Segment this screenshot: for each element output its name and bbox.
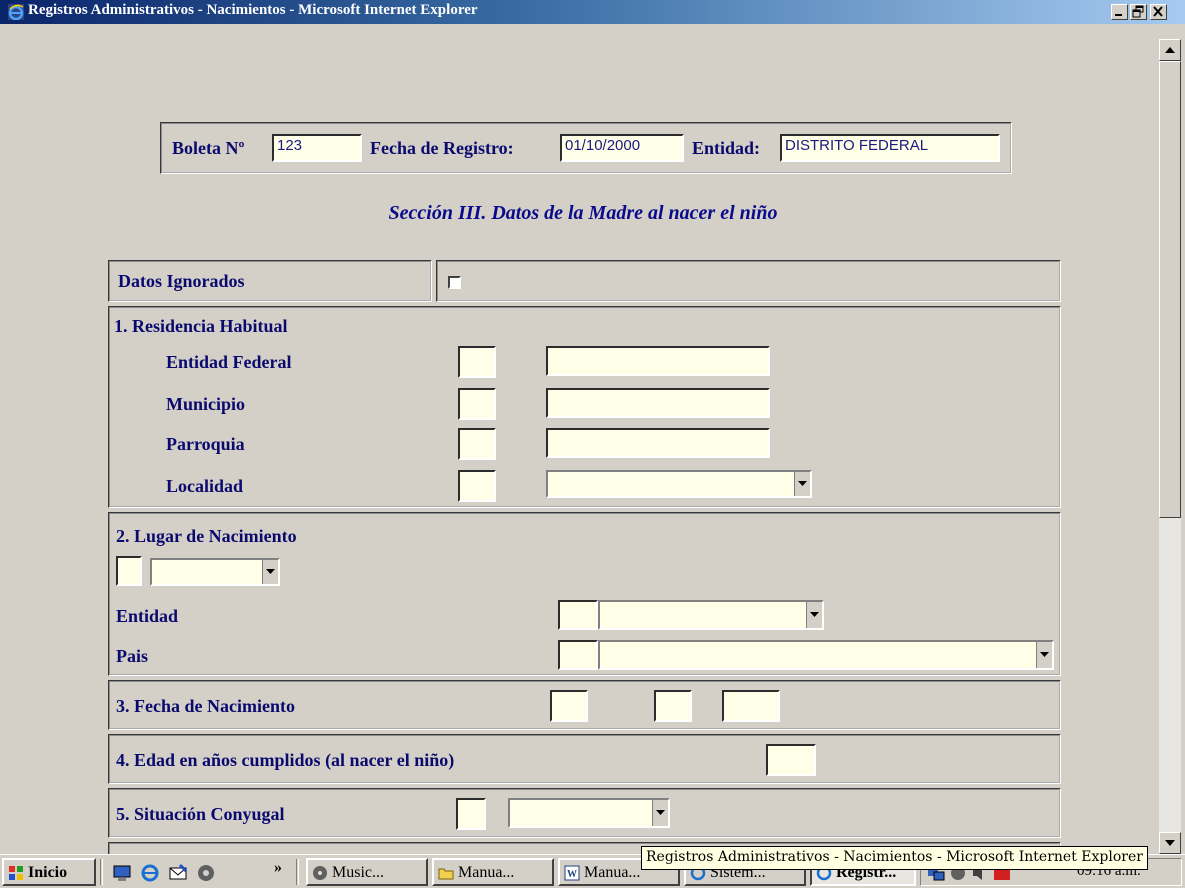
internet-explorer-icon[interactable] — [140, 863, 160, 883]
pais-select[interactable] — [598, 640, 1054, 670]
parroquia-label: Parroquia — [166, 434, 245, 454]
close-icon — [1153, 6, 1163, 17]
restore-icon — [1132, 5, 1144, 18]
parroquia-code-input[interactable] — [458, 428, 496, 460]
entidad-federal-name-input[interactable] — [546, 346, 770, 376]
fecha-nacimiento-month-input[interactable] — [654, 690, 692, 722]
tooltip: Registros Administrativos - Nacimientos … — [641, 846, 1148, 870]
residencia-title: 1. Residencia Habitual — [114, 316, 288, 336]
taskbar-button-manuales-folder[interactable]: Manua... — [432, 858, 554, 886]
chevron-down-icon — [806, 602, 822, 628]
lugar-nacimiento-select[interactable] — [150, 558, 280, 586]
entidad-input[interactable]: DISTRITO FEDERAL — [780, 134, 1000, 162]
lugar-nacimiento-group: 2. Lugar de Nacimiento Entidad Pais — [108, 512, 1061, 676]
page-content: Boleta Nº 123 Fecha de Registro: 01/10/2… — [8, 30, 1158, 854]
media-player-icon[interactable] — [196, 863, 216, 883]
entidad-federal-code-input[interactable] — [458, 346, 496, 378]
svg-text:W: W — [567, 869, 577, 880]
show-desktop-icon[interactable] — [112, 863, 132, 883]
outlook-express-icon[interactable] — [168, 863, 188, 883]
datos-ignorados-label: Datos Ignorados — [118, 271, 245, 291]
arrow-up-icon — [1165, 47, 1175, 53]
datos-ignorados-checkbox[interactable] — [448, 276, 461, 289]
window-title: Registros Administrativos - Nacimientos … — [28, 2, 478, 18]
folder-icon — [438, 868, 454, 880]
entidad-federal-label: Entidad Federal — [166, 352, 292, 372]
localidad-select[interactable] — [546, 470, 812, 498]
lugar-nacimiento-title: 2. Lugar de Nacimiento — [116, 526, 297, 546]
windows-logo-icon — [9, 866, 23, 880]
taskbar-button-label: Music... — [332, 864, 384, 881]
header-box: Boleta Nº 123 Fecha de Registro: 01/10/2… — [160, 122, 1012, 174]
window-title-bar[interactable]: Registros Administrativos - Nacimientos … — [0, 0, 1185, 24]
taskbar-button-label: Manua... — [584, 864, 641, 881]
situacion-conyugal-code-input[interactable] — [456, 798, 486, 830]
parroquia-name-input[interactable] — [546, 428, 770, 458]
internet-explorer-icon — [8, 4, 24, 20]
quicklaunch-chevron[interactable]: » — [274, 859, 282, 877]
media-player-icon — [313, 866, 327, 880]
start-label: Inicio — [28, 864, 68, 881]
scroll-down-button[interactable] — [1159, 832, 1181, 854]
taskbar-button-label: Manua... — [458, 864, 515, 881]
lugar-entidad-label: Entidad — [116, 606, 179, 626]
chevron-down-icon — [652, 800, 668, 826]
close-button[interactable] — [1150, 4, 1167, 20]
fecha-nacimiento-title: 3. Fecha de Nacimiento — [116, 696, 295, 716]
pais-code-input[interactable] — [558, 640, 598, 670]
vertical-scrollbar[interactable] — [1159, 39, 1181, 854]
fecha-nacimiento-year-input[interactable] — [722, 690, 780, 722]
minimize-button[interactable] — [1111, 4, 1128, 20]
edad-group: 4. Edad en años cumplidos (al nacer el n… — [108, 734, 1061, 784]
datos-ignorados-label-cell: Datos Ignorados — [108, 260, 432, 302]
scrollbar-thumb[interactable] — [1159, 61, 1181, 518]
edad-title: 4. Edad en años cumplidos (al nacer el n… — [116, 750, 455, 770]
fecha-registro-input[interactable]: 01/10/2000 — [560, 134, 684, 162]
municipio-code-input[interactable] — [458, 388, 496, 420]
section-title: Sección III. Datos de la Madre al nacer … — [388, 202, 778, 224]
fecha-registro-label: Fecha de Registro: — [370, 138, 514, 158]
taskbar-separator — [296, 859, 299, 885]
lugar-nacimiento-code-input[interactable] — [116, 556, 142, 586]
pais-label: Pais — [116, 646, 149, 666]
situacion-conyugal-title: 5. Situación Conyugal — [116, 804, 285, 824]
situacion-conyugal-group: 5. Situación Conyugal — [108, 788, 1061, 838]
municipio-name-input[interactable] — [546, 388, 770, 418]
taskbar-button-music[interactable]: Music... — [306, 858, 428, 886]
word-document-icon: W — [564, 865, 580, 881]
boleta-label: Boleta Nº — [172, 138, 245, 158]
datos-ignorados-check-cell — [436, 260, 1061, 302]
minimize-icon — [1115, 14, 1122, 16]
start-button[interactable]: Inicio — [2, 858, 96, 886]
fecha-nacimiento-day-input[interactable] — [550, 690, 588, 722]
fecha-nacimiento-group: 3. Fecha de Nacimiento — [108, 680, 1061, 730]
chevron-down-icon — [262, 560, 278, 584]
lugar-entidad-code-input[interactable] — [558, 600, 598, 630]
residencia-habitual-group: 1. Residencia Habitual Entidad Federal M… — [108, 306, 1061, 508]
taskbar-separator — [100, 859, 103, 885]
restore-button[interactable] — [1130, 4, 1147, 20]
arrow-down-icon — [1165, 840, 1175, 846]
chevron-down-icon — [794, 472, 810, 496]
localidad-code-input[interactable] — [458, 470, 496, 502]
edad-input[interactable] — [766, 744, 816, 776]
situacion-conyugal-select[interactable] — [508, 798, 670, 828]
chevron-down-icon — [1036, 642, 1052, 668]
boleta-input[interactable]: 123 — [272, 134, 362, 162]
scroll-up-button[interactable] — [1159, 39, 1181, 61]
localidad-label: Localidad — [166, 476, 244, 496]
entidad-label: Entidad: — [692, 138, 761, 158]
lugar-entidad-select[interactable] — [598, 600, 824, 630]
municipio-label: Municipio — [166, 394, 246, 414]
